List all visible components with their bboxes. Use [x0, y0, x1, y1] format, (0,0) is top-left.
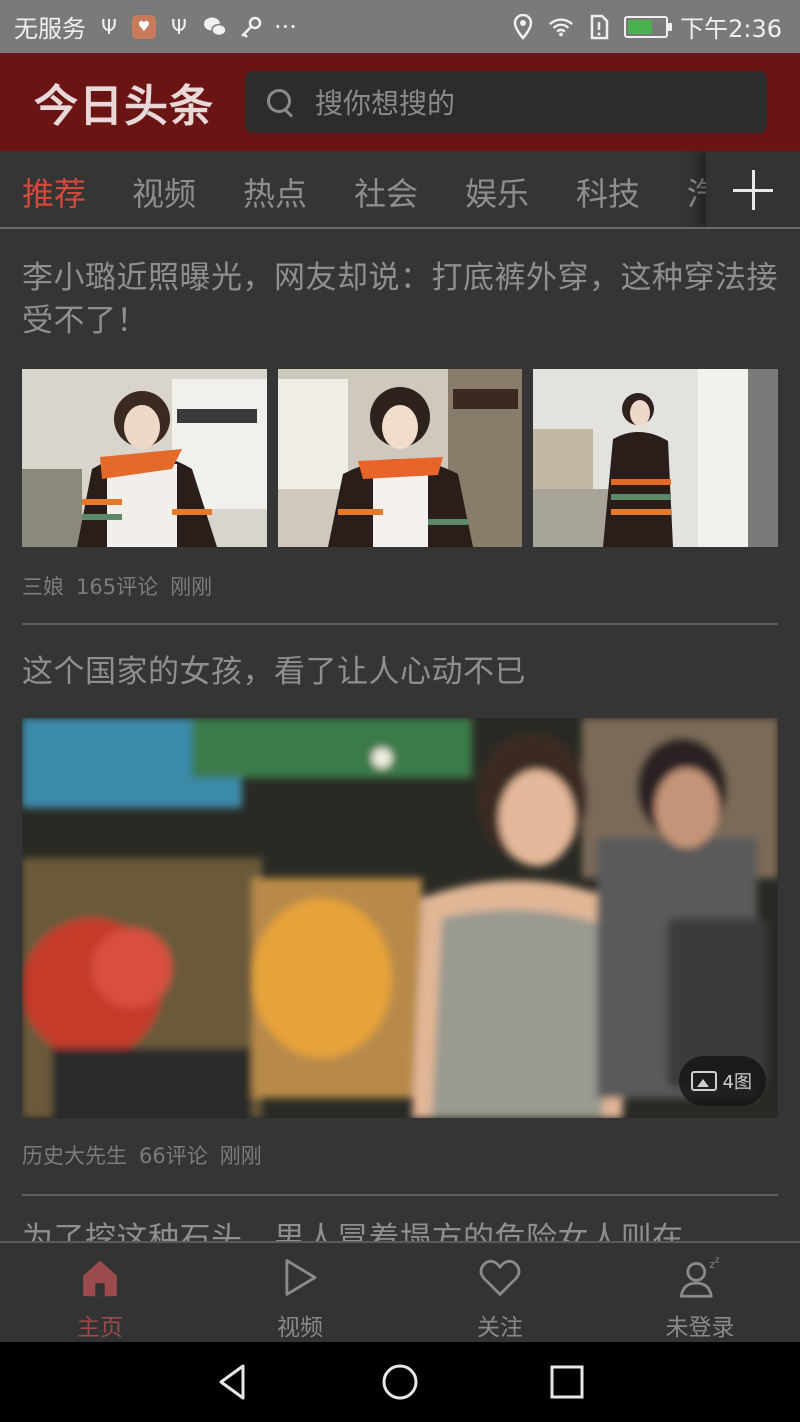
photo-count: 4图: [722, 1072, 752, 1093]
nav-follow[interactable]: 关注: [400, 1243, 600, 1342]
tab-tech[interactable]: 科技: [576, 169, 640, 215]
tab-recommend[interactable]: 推荐: [22, 169, 86, 215]
app-logo: 今日头条: [34, 81, 214, 132]
battery-charging-icon: [624, 15, 673, 38]
app-header: 今日头条 搜你想搜的: [0, 53, 800, 151]
add-channel-button[interactable]: [706, 151, 800, 227]
svg-text:z: z: [709, 1259, 714, 1271]
thumbnail-row: [22, 369, 779, 547]
back-icon[interactable]: [213, 1362, 253, 1402]
article-thumbnail[interactable]: [22, 369, 267, 547]
article-time: 刚刚: [170, 575, 213, 599]
article-thumbnail[interactable]: [533, 369, 779, 547]
home-circle-icon[interactable]: [380, 1362, 420, 1402]
tab-hot[interactable]: 热点: [243, 169, 307, 215]
article-cover-image[interactable]: 4图: [22, 718, 778, 1118]
svg-text:z: z: [715, 1255, 720, 1265]
article-title[interactable]: 这个国家的女孩，看了让人心动不已: [22, 651, 778, 694]
search-placeholder: 搜你想搜的: [315, 87, 456, 120]
article-comments: 66评论: [139, 1144, 208, 1168]
plus-icon: [733, 169, 773, 210]
tab-society[interactable]: 社会: [354, 169, 418, 215]
play-icon: [285, 1259, 317, 1296]
article-card[interactable]: 为了挖这种石头，男人冒着塌方的危险女人则在: [22, 1196, 778, 1241]
article-comments: 165评论: [76, 575, 159, 599]
news-feed[interactable]: 李小璐近照曝光，网友却说：打底裤外穿，这种穿法接受不了！ 三娘 165评论 刚刚…: [0, 231, 800, 1241]
carrier-text: 无服务: [14, 15, 86, 43]
article-meta: 三娘 165评论 刚刚: [22, 571, 778, 601]
bottom-navigation: 主页 视频 关注 z z 未登录: [0, 1241, 800, 1342]
search-icon: [265, 87, 295, 117]
search-input[interactable]: 搜你想搜的: [245, 71, 767, 133]
heart-icon: [479, 1259, 521, 1296]
nav-home[interactable]: 主页: [0, 1243, 200, 1342]
nav-label: 未登录: [665, 1315, 735, 1341]
article-source[interactable]: 历史大先生: [22, 1140, 127, 1170]
usb-icon: Ψ: [171, 14, 187, 39]
photo-count-badge: 4图: [678, 1056, 766, 1106]
nav-label: 关注: [477, 1315, 523, 1341]
recents-icon[interactable]: [547, 1362, 587, 1402]
system-navigation-bar: [0, 1342, 800, 1422]
wechat-icon: [202, 14, 228, 40]
clock: 下午2:36: [680, 15, 782, 43]
article-time: 刚刚: [219, 1144, 262, 1168]
image-icon: [690, 1071, 717, 1091]
nav-video[interactable]: 视频: [200, 1243, 400, 1342]
article-title[interactable]: 为了挖这种石头，男人冒着塌方的危险女人则在: [22, 1218, 778, 1241]
article-card[interactable]: 这个国家的女孩，看了让人心动不已 4图 历史大先生 66评论 刚刚: [22, 625, 778, 1196]
status-bar: 无服务 Ψ ♥ Ψ ··· 下午2:36: [0, 0, 800, 53]
nav-profile[interactable]: z z 未登录: [600, 1243, 800, 1342]
nav-label: 主页: [77, 1315, 123, 1341]
article-thumbnail[interactable]: [277, 369, 523, 547]
app-notification-icon: ♥: [132, 14, 156, 39]
article-meta: 历史大先生 66评论 刚刚: [22, 1140, 778, 1170]
nav-label: 视频: [277, 1315, 323, 1341]
article-source[interactable]: 三娘: [22, 571, 64, 601]
location-icon: [510, 13, 536, 40]
channel-tabs: 推荐 视频 热点 社会 娱乐 科技 汽: [0, 151, 800, 229]
tab-entertainment[interactable]: 娱乐: [465, 169, 529, 215]
usb-icon: Ψ: [101, 14, 117, 39]
app-screen: 无服务 Ψ ♥ Ψ ··· 下午2:36 今日头条 搜你想搜的 推荐 视频 热点…: [0, 0, 800, 1422]
article-card[interactable]: 李小璐近照曝光，网友却说：打底裤外穿，这种穿法接受不了！ 三娘 165评论 刚刚: [22, 231, 779, 625]
user-sleep-icon: z z: [679, 1255, 720, 1298]
wifi-icon: [548, 14, 574, 40]
home-icon: [83, 1260, 117, 1297]
key-icon: [238, 14, 264, 40]
article-title[interactable]: 李小璐近照曝光，网友却说：打底裤外穿，这种穿法接受不了！: [22, 257, 778, 343]
more-notifications: ···: [274, 12, 297, 41]
tab-video[interactable]: 视频: [132, 169, 196, 215]
sim-alert-icon: [586, 14, 612, 40]
